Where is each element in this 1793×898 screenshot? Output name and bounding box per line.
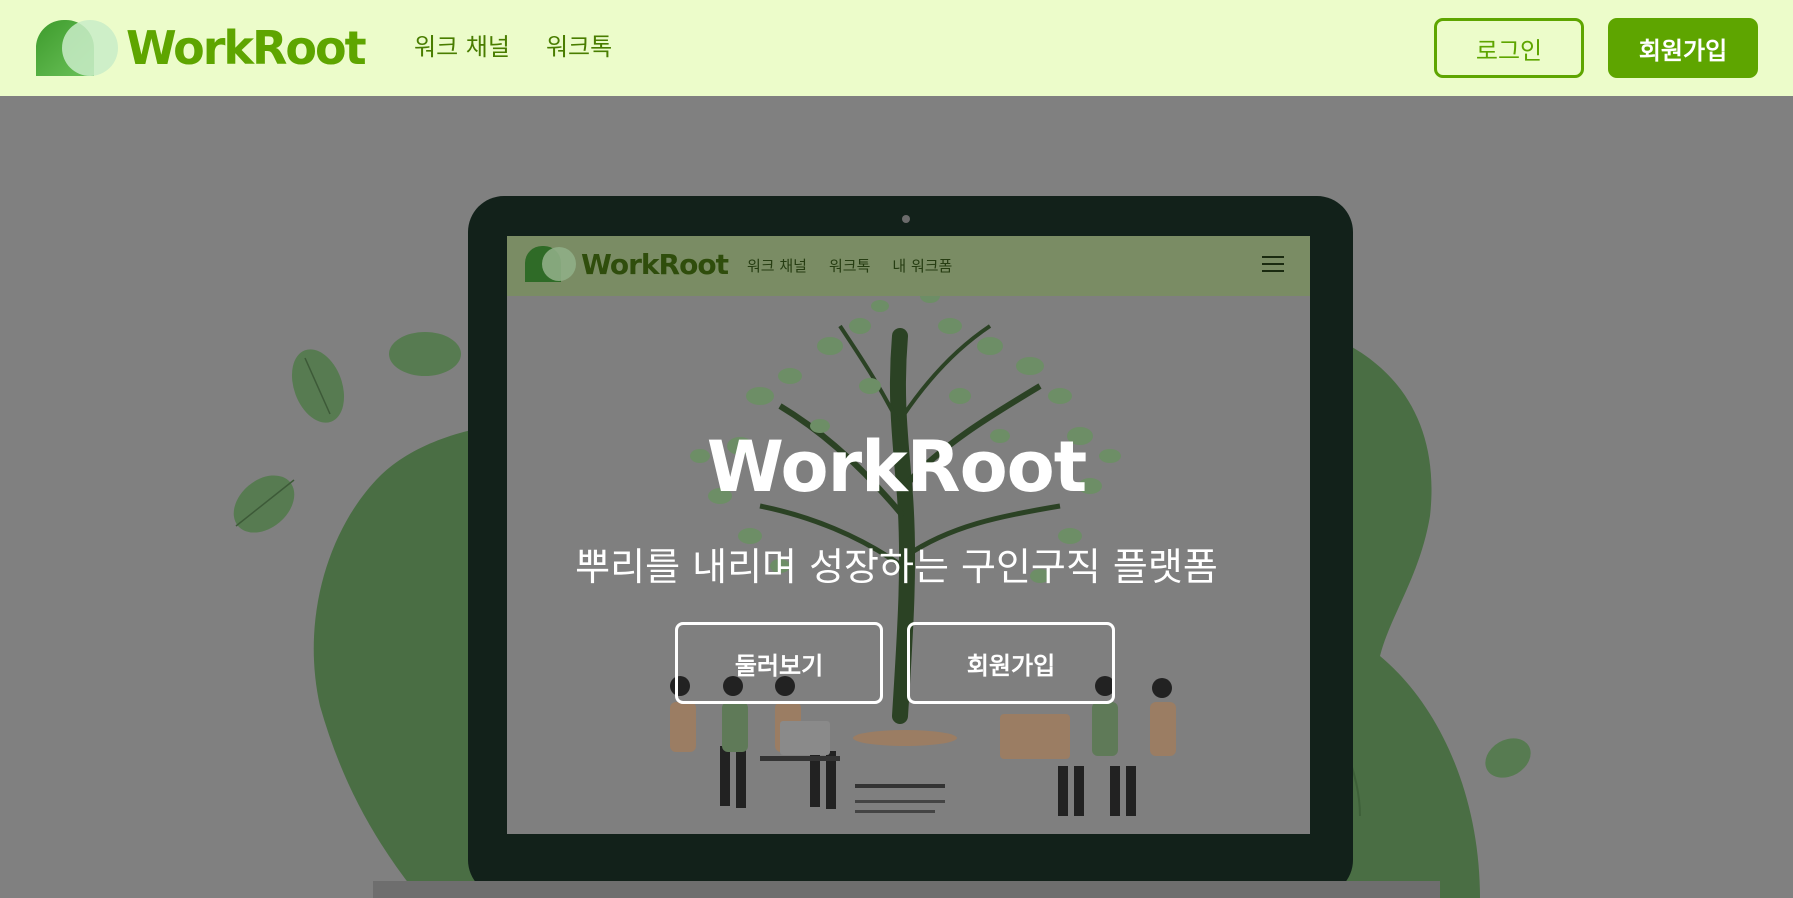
inner-screen-logo: WorkRoot [525, 246, 729, 282]
logo-text: WorkRoot [126, 21, 367, 75]
hero-actions: 둘러보기 회원가입 [675, 622, 1115, 704]
nav-worktalk[interactable]: 워크톡 [546, 30, 612, 64]
explore-button[interactable]: 둘러보기 [675, 622, 883, 704]
main-nav: 워크 채널 워크톡 [414, 30, 612, 64]
inner-nav-worktalk: 워크톡 [828, 257, 871, 275]
hero-section: WorkRoot 워크 채널 워크톡 내 워크폼 WorkRoot 뿌리를 내리… [0, 96, 1793, 898]
inner-logo-mark-icon [525, 246, 576, 282]
inner-nav-my-workform: 내 워크폼 [892, 257, 953, 275]
signup-button[interactable]: 회원가입 [1608, 18, 1758, 78]
nav-work-channel[interactable]: 워크 채널 [414, 30, 510, 64]
hero-signup-button[interactable]: 회원가입 [907, 622, 1115, 704]
hero-subtitle: 뿌리를 내리며 성장하는 구인구직 플랫폼 [575, 545, 1218, 589]
logo-mark-icon [36, 20, 118, 76]
inner-nav-work-channel: 워크 채널 [747, 257, 807, 275]
hero-title: WorkRoot [706, 426, 1087, 508]
top-navigation: WorkRoot 워크 채널 워크톡 로그인 회원가입 [0, 0, 1793, 96]
inner-screen-navbar: WorkRoot 워크 채널 워크톡 내 워크폼 [507, 236, 1310, 296]
login-button[interactable]: 로그인 [1434, 18, 1584, 78]
site-logo[interactable]: WorkRoot [36, 20, 367, 76]
inner-screen-nav: 워크 채널 워크톡 내 워크폼 [747, 255, 952, 276]
hamburger-icon [1262, 256, 1284, 274]
inner-logo-text: WorkRoot [581, 247, 729, 281]
